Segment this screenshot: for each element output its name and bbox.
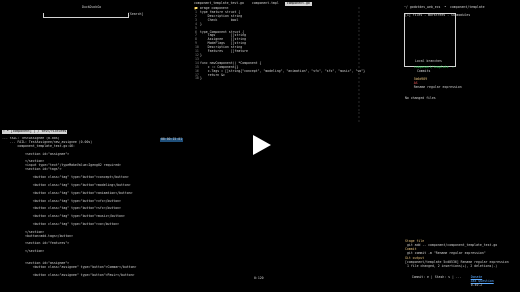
code-line[interactable]: } [200,77,365,81]
play-icon[interactable] [250,134,272,156]
test-status-bar: ! • [component] | / test/fixtures [2,129,68,134]
git-status-line: Commit: e | Stash: s | ... [404,272,462,284]
local-branches-title: Local branches [415,59,442,63]
editor-scroll-gutter: = = = = = = = = = = = = = = = = = = = = = = = = = = = = = = [358,6,362,127]
git-header: ~/ godotdev_web_ecs • component/template [404,5,485,9]
gutter-mark: = [358,119,360,124]
git-status-right: Donate Ask Question 0.40.2 [463,272,494,292]
search-bar[interactable] [43,13,129,18]
tab-component-tmpl[interactable]: component.tmpl [250,1,281,6]
code-block[interactable]: type feature struct { Description string… [200,10,365,81]
tab-component-template-test[interactable]: component_template_test.go [192,1,246,6]
stage-command: git add -- component/component_template_… [407,243,498,247]
duckduckgo-pane: DuckDuckGo [Search] [0,0,190,130]
git-output-2: 1 file changed, 2 insertions(+), 2 delet… [407,264,498,268]
commit-message: Rename regular expression [413,84,462,89]
files-panel[interactable]: [1] Files - Worktrees - Submodules Local… [404,13,470,67]
bottom-label: 0:120 [254,276,264,280]
line-numbers: 1 2 3 4 5 6 7 8 9 10 11 12 13 14 15 16 17 18 [195,10,199,81]
files-panel-title: [1] Files - Worktrees - Submodules [405,13,471,17]
duckduckgo-brand: DuckDuckGo [82,5,102,9]
no-changes: No changed files [405,96,436,100]
line-number: 18 [195,76,199,81]
commit-row[interactable]: 5b6d989 AS Rename regular expression [406,74,462,94]
test-output-line: <button class="assignee" type="button">P… [2,272,135,277]
search-button[interactable]: [Search] [128,12,143,17]
git-pane: ~/ godotdev_web_ecs • component/template… [400,0,520,292]
version-label: 0.40.2 [470,282,483,287]
tab-component-go[interactable]: component.go [284,1,312,6]
editor-pane[interactable]: 📁 brage component 1 2 3 4 5 6 7 8 9 10 11 12 13 14 15 1… [194,7,394,129]
git-status-left: Commit: e | Stash: s | ... [411,274,462,279]
test-output-pane[interactable]: --- FAIL: TestAssignee (0.00s) --- FAIL:… [2,137,192,287]
